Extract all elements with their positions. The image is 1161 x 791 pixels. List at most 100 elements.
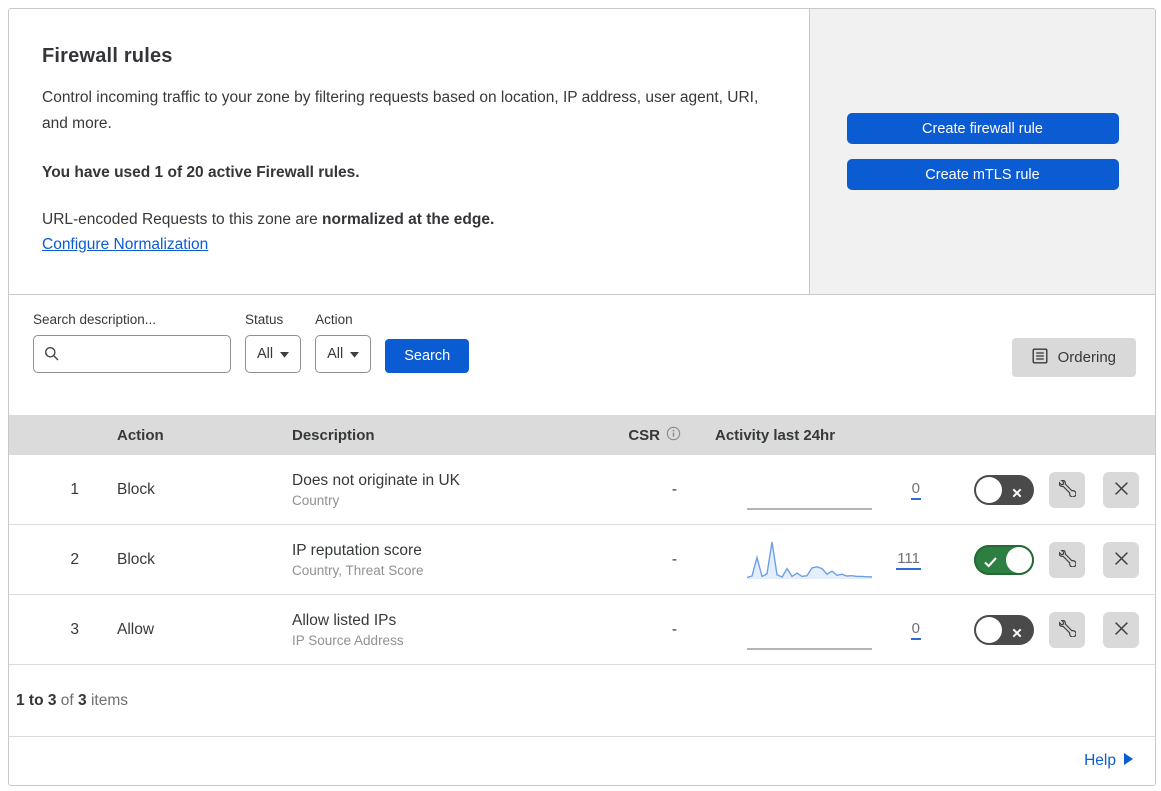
pagination-range: 1 to 3 — [16, 691, 57, 709]
rule-action: Allow — [117, 620, 155, 638]
ordering-button-label: Ordering — [1057, 349, 1116, 366]
caret-right-icon — [1124, 752, 1133, 770]
rule-enabled-toggle[interactable] — [974, 614, 1034, 645]
usage-notice: You have used 1 of 20 active Firewall ru… — [42, 163, 360, 181]
delete-rule-button[interactable] — [1103, 611, 1139, 648]
rule-action: Block — [117, 480, 155, 498]
col-header-csr: CSR — [600, 426, 695, 445]
rule-enabled-toggle[interactable] — [974, 544, 1034, 575]
close-icon — [1114, 621, 1129, 639]
rule-description: Does not originate in UK — [292, 471, 461, 489]
rule-csr-value: - — [671, 620, 677, 638]
search-button[interactable]: Search — [385, 339, 470, 373]
pagination-bar: 1 to 3 of 3 items — [9, 665, 1155, 737]
search-input[interactable] — [33, 335, 231, 373]
activity-sparkline — [747, 507, 872, 510]
search-field-group: Search description... — [33, 312, 231, 373]
close-icon — [1114, 481, 1129, 499]
configure-normalization-link[interactable]: Configure Normalization — [42, 236, 208, 253]
rule-description-cell: IP reputation score Country, Threat Scor… — [274, 542, 600, 578]
page-title: Firewall rules — [42, 45, 173, 67]
create-firewall-rule-button[interactable]: Create firewall rule — [846, 113, 1119, 144]
rule-row: 1 Block Does not originate in UK Country… — [9, 455, 1155, 525]
rule-description: Allow listed IPs — [292, 611, 397, 629]
chevron-down-icon — [350, 346, 360, 362]
rule-number: 2 — [70, 550, 79, 568]
rule-criteria: IP Source Address — [292, 632, 404, 648]
action-value: All — [327, 346, 344, 362]
pagination-items: items — [86, 691, 128, 709]
rule-criteria: Country, Threat Score — [292, 562, 424, 578]
rule-activity-cell: 111 — [695, 539, 945, 581]
normalization-prefix: URL-encoded Requests to this zone are — [42, 210, 323, 228]
activity-sparkline — [747, 647, 872, 650]
col-header-activity: Activity last 24hr — [715, 426, 836, 444]
toggle-knob — [1006, 546, 1032, 573]
intro-text-panel: Firewall rules Control incoming traffic … — [9, 9, 810, 294]
toggle-knob — [976, 476, 1002, 503]
table-header: Action Description CSR Activity last 24h… — [9, 415, 1155, 455]
status-field-group: Status All — [245, 312, 302, 373]
rule-number: 1 — [70, 480, 79, 498]
help-link[interactable]: Help — [1084, 752, 1133, 770]
x-icon — [1012, 485, 1022, 503]
normalization-bold: normalized at the edge. — [322, 210, 495, 228]
edit-rule-button[interactable] — [1049, 541, 1085, 578]
wrench-icon — [1057, 548, 1077, 570]
create-mtls-rule-button[interactable]: Create mTLS rule — [846, 159, 1119, 190]
status-select[interactable]: All — [245, 335, 302, 373]
toggle-knob — [976, 616, 1002, 643]
rule-activity-cell: 0 — [695, 469, 945, 511]
info-icon[interactable] — [666, 426, 681, 445]
delete-rule-button[interactable] — [1103, 471, 1139, 508]
help-bar: Help — [9, 737, 1155, 785]
activity-count-link[interactable]: 111 — [896, 550, 921, 570]
pagination-of: of — [56, 691, 79, 709]
ordering-button[interactable]: Ordering — [1011, 338, 1136, 377]
pagination-text: 1 to 3 of 3 items — [16, 692, 128, 710]
filter-bar: Search description... Status All Action … — [9, 295, 1155, 407]
search-box — [33, 335, 231, 373]
csr-header-label: CSR — [628, 426, 660, 444]
rule-row: 3 Allow Allow listed IPs IP Source Addre… — [9, 595, 1155, 665]
pagination-total: 3 — [78, 691, 87, 709]
action-label: Action — [315, 312, 353, 327]
rule-description-cell: Does not originate in UK Country — [274, 472, 600, 508]
action-field-group: Action All — [315, 312, 372, 373]
action-select[interactable]: All — [315, 335, 372, 373]
rule-activity-cell: 0 — [695, 609, 945, 651]
rule-criteria: Country — [292, 492, 340, 508]
rule-description: IP reputation score — [292, 541, 422, 559]
rule-controls — [945, 611, 1155, 648]
close-icon — [1114, 551, 1129, 569]
check-icon — [984, 555, 997, 573]
intro-section: Firewall rules Control incoming traffic … — [9, 9, 1155, 295]
actions-panel: Create firewall rule Create mTLS rule — [810, 9, 1155, 294]
chevron-down-icon — [280, 346, 290, 362]
page-description: Control incoming traffic to your zone by… — [42, 89, 759, 133]
firewall-rules-card: Firewall rules Control incoming traffic … — [8, 8, 1156, 786]
activity-count-link[interactable]: 0 — [910, 480, 921, 500]
delete-rule-button[interactable] — [1103, 541, 1139, 578]
rule-action: Block — [117, 550, 155, 568]
rule-csr-value: - — [671, 550, 677, 568]
edit-rule-button[interactable] — [1049, 471, 1085, 508]
x-icon — [1012, 625, 1022, 643]
activity-count-link[interactable]: 0 — [910, 620, 921, 640]
rule-enabled-toggle[interactable] — [974, 474, 1034, 505]
rule-description-cell: Allow listed IPs IP Source Address — [274, 612, 600, 648]
rule-number: 3 — [70, 620, 79, 638]
ordering-list-icon — [1032, 348, 1048, 368]
status-value: All — [257, 346, 274, 362]
col-header-action: Action — [117, 426, 164, 444]
help-label: Help — [1084, 752, 1116, 769]
rule-controls — [945, 541, 1155, 578]
rule-row: 2 Block IP reputation score Country, Thr… — [9, 525, 1155, 595]
status-label: Status — [245, 312, 284, 327]
wrench-icon — [1057, 478, 1077, 500]
normalization-line: URL-encoded Requests to this zone are no… — [42, 211, 769, 229]
rule-controls — [945, 471, 1155, 508]
search-label: Search description... — [33, 312, 157, 327]
edit-rule-button[interactable] — [1049, 611, 1085, 648]
activity-sparkline — [747, 541, 872, 579]
